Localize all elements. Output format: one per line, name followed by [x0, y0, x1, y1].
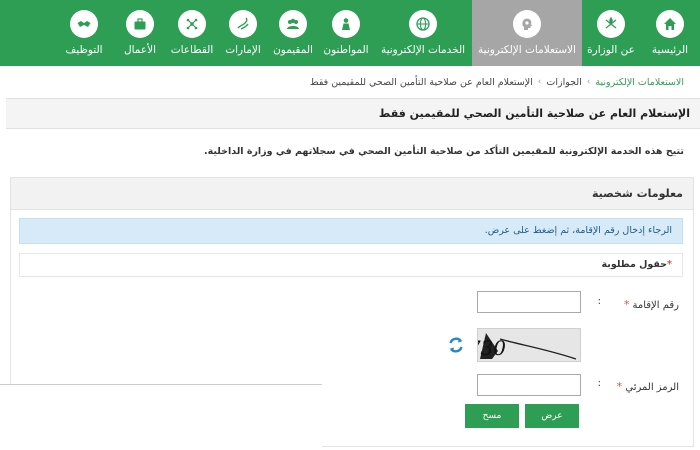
nav-label: الخدمات الإلكترونية: [380, 44, 466, 56]
nav-item-e-services[interactable]: الخدمات الإلكترونية: [374, 0, 472, 66]
nav-item-citizens[interactable]: المواطنون: [318, 0, 374, 66]
panel-heading: معلومات شخصية: [592, 187, 683, 200]
service-description: تتيح هذه الخدمة الإلكترونية للمقيمين الت…: [203, 146, 684, 157]
required-star: *: [616, 380, 623, 393]
nav-item-e-inquiries[interactable]: الاستعلامات الإلكترونية: [472, 0, 582, 66]
nav-label: الأعمال: [123, 44, 157, 56]
nav-item-sectors[interactable]: القطاعات: [166, 0, 218, 66]
nav-label: التوظيف: [65, 44, 103, 56]
clear-button[interactable]: مسح: [465, 404, 519, 428]
calligraphy-icon: [229, 10, 257, 38]
nav-item-employment[interactable]: التوظيف: [54, 0, 114, 66]
head-gears-icon: [513, 10, 541, 38]
nav-item-home[interactable]: الرئيسية: [640, 0, 700, 66]
nav-label: الاستعلامات الإلكترونية: [478, 44, 576, 56]
view-button[interactable]: عرض: [525, 404, 579, 428]
nav-label: الرئيسية: [651, 44, 689, 56]
nav-item-residents[interactable]: المقيمون: [268, 0, 318, 66]
breadcrumb-link-e-inquiries[interactable]: الاستعلامات الإلكترونية: [595, 77, 684, 88]
nav-label: الإمارات: [225, 44, 261, 56]
handshake-icon: [70, 10, 98, 38]
required-star: *: [623, 298, 630, 311]
emblem-icon: [597, 10, 625, 38]
captcha-input[interactable]: [477, 374, 581, 396]
breadcrumb-link-passports[interactable]: الجوازات: [546, 77, 581, 88]
nav-item-about[interactable]: عن الوزارة: [582, 0, 640, 66]
breadcrumb: الاستعلامات الإلكترونية › الجوازات › الإ…: [16, 71, 684, 93]
group-icon: [279, 10, 307, 38]
captcha-image: 5730: [477, 328, 581, 362]
required-fields-note: *حقول مطلوبة: [19, 253, 683, 277]
chevron-icon: ›: [586, 77, 591, 87]
nav-label: عن الوزارة: [587, 44, 635, 56]
breadcrumb-current: الإستعلام العام عن صلاحية التأمين الصحي …: [309, 76, 533, 88]
info-alert: الرجاء إدخال رقم الإقامة، ثم إضغط على عر…: [19, 218, 683, 244]
iqama-colon: :: [597, 296, 601, 307]
home-icon: [656, 10, 684, 38]
required-fields-text: حقول مطلوبة: [601, 259, 668, 270]
iqama-number-input[interactable]: [477, 291, 581, 313]
captcha-label: الرمز المرئي *: [616, 380, 679, 393]
nav-label: القطاعات: [170, 44, 214, 56]
top-navigation: الرئيسية عن الوزارة الاستعلامات الإلكترو…: [0, 0, 700, 66]
nav-label: المقيمون: [273, 44, 313, 56]
nav-item-emirates[interactable]: الإمارات: [218, 0, 268, 66]
person-icon: [332, 10, 360, 38]
captcha-colon: :: [597, 378, 601, 389]
nav-item-business[interactable]: الأعمال: [114, 0, 166, 66]
globe-icon: [409, 10, 437, 38]
page-title: الإستعلام العام عن صلاحية التأمين الصحي …: [378, 107, 690, 120]
info-alert-text: الرجاء إدخال رقم الإقامة، ثم إضغط على عر…: [484, 225, 672, 236]
page-title-bar: الإستعلام العام عن صلاحية التأمين الصحي …: [6, 98, 700, 129]
briefcase-icon: [126, 10, 154, 38]
network-icon: [178, 10, 206, 38]
chevron-icon: ›: [537, 77, 542, 87]
panel-header: معلومات شخصية: [11, 178, 693, 210]
required-star: *: [667, 259, 672, 270]
blank-overlay: [0, 384, 322, 450]
iqama-label: رقم الإقامة *: [623, 298, 679, 311]
nav-label: المواطنون: [323, 44, 369, 56]
refresh-captcha-icon[interactable]: [447, 336, 465, 354]
